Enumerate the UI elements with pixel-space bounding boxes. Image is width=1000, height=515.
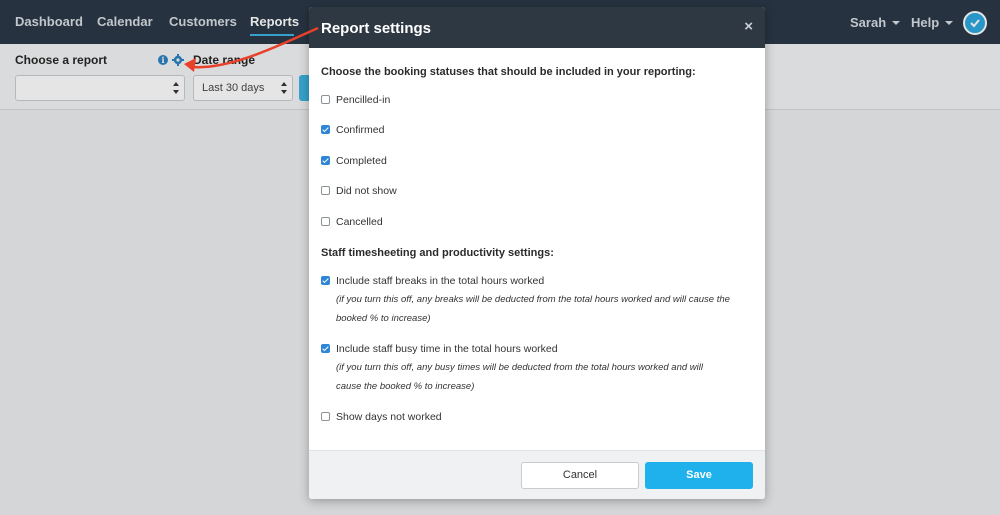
status-label: Cancelled xyxy=(336,216,383,228)
checkbox[interactable] xyxy=(321,125,330,134)
report-settings-modal: Report settings × Choose the booking sta… xyxy=(309,7,765,499)
save-button[interactable]: Save xyxy=(645,462,753,489)
status-label: Confirmed xyxy=(336,124,385,136)
status-label: Did not show xyxy=(336,185,397,197)
staff-settings-heading: Staff timesheeting and productivity sett… xyxy=(321,247,554,259)
close-icon[interactable]: × xyxy=(744,19,753,34)
staff-busy-time-hint-2: cause the booked % to increase) xyxy=(336,381,475,392)
staff-busy-time-label: Include staff busy time in the total hou… xyxy=(336,343,558,355)
staff-busy-time-hint-1: (if you turn this off, any busy times wi… xyxy=(336,362,703,373)
status-label: Pencilled-in xyxy=(336,94,391,106)
checkbox[interactable] xyxy=(321,156,330,165)
staff-breaks-hint-2: booked % to increase) xyxy=(336,313,431,324)
modal-title: Report settings xyxy=(321,20,432,37)
booking-statuses-heading: Choose the booking statuses that should … xyxy=(321,66,696,78)
checkbox[interactable] xyxy=(321,186,330,195)
checkbox[interactable] xyxy=(321,344,330,353)
checkbox[interactable] xyxy=(321,412,330,421)
checkbox[interactable] xyxy=(321,95,330,104)
status-label: Completed xyxy=(336,155,387,167)
staff-breaks-label: Include staff breaks in the total hours … xyxy=(336,275,545,287)
staff-breaks-hint-1: (if you turn this off, any breaks will b… xyxy=(336,294,730,305)
checkbox[interactable] xyxy=(321,217,330,226)
modal-footer: Cancel Save xyxy=(309,450,765,499)
cancel-button[interactable]: Cancel xyxy=(521,462,639,489)
show-days-not-worked-label: Show days not worked xyxy=(336,411,442,423)
checkbox[interactable] xyxy=(321,276,330,285)
modal-header: Report settings × xyxy=(309,7,765,48)
